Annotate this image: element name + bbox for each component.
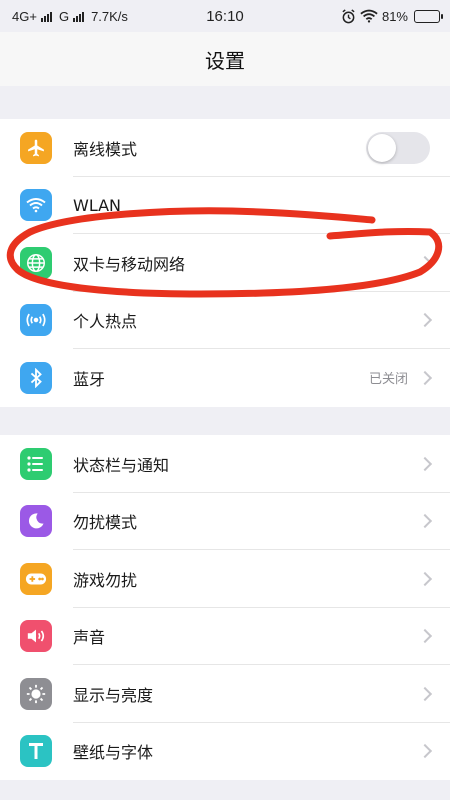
hotspot-icon (20, 304, 52, 337)
settings-item-label: 个人热点 (73, 312, 138, 332)
chevron-right-icon (417, 629, 433, 644)
globe-icon (20, 246, 52, 279)
settings-group-personalization: 状态栏与通知 勿扰模式 游戏勿扰 声音 显示与亮度 壁纸与字体 (0, 435, 450, 780)
airplane-mode-toggle[interactable] (366, 131, 430, 164)
status-bar: 4G+ G 7.7K/s 16:10 81% (0, 0, 450, 32)
chevron-right-icon (417, 255, 433, 270)
chevron-right-icon (417, 313, 433, 328)
chevron-right-icon (417, 370, 433, 385)
settings-item-label: 勿扰模式 (73, 513, 138, 533)
battery-percent: 81% (381, 8, 408, 24)
signal-icon-2 (73, 11, 85, 22)
settings-item-wlan[interactable]: WLAN (0, 177, 450, 234)
network-type-secondary: G (58, 8, 70, 24)
settings-item-label: 游戏勿扰 (73, 570, 138, 590)
gamepad-icon (20, 562, 52, 595)
chevron-right-icon (417, 514, 433, 529)
font-icon (20, 735, 52, 768)
settings-item-status-bar-notifications[interactable]: 状态栏与通知 (0, 435, 450, 493)
settings-screen: 4G+ G 7.7K/s 16:10 81% 设置 离线模式 WLAN 双卡与移… (0, 0, 450, 800)
settings-item-wallpaper-font[interactable]: 壁纸与字体 (0, 723, 450, 781)
bluetooth-status: 已关闭 (368, 372, 408, 388)
settings-item-label: 蓝牙 (73, 369, 106, 389)
status-right: 81% (341, 8, 443, 24)
settings-item-game-do-not-disturb[interactable]: 游戏勿扰 (0, 550, 450, 608)
chevron-right-icon (417, 744, 433, 759)
moon-icon (20, 505, 52, 538)
brightness-icon (20, 677, 52, 710)
airplane-icon (20, 131, 52, 164)
settings-group-connectivity: 离线模式 WLAN 双卡与移动网络 个人热点 蓝牙 已关闭 (0, 119, 450, 407)
settings-item-label: 显示与亮度 (73, 685, 154, 705)
wifi-status-icon (360, 9, 378, 23)
settings-item-airplane-mode[interactable]: 离线模式 (0, 119, 450, 177)
network-speed: 7.7K/s (91, 8, 128, 24)
notification-icon (20, 447, 52, 480)
settings-item-do-not-disturb[interactable]: 勿扰模式 (0, 493, 450, 550)
chevron-right-icon (417, 686, 433, 701)
bluetooth-icon (20, 361, 52, 394)
alarm-icon (342, 8, 355, 23)
page-title: 设置 (0, 32, 450, 86)
chevron-right-icon (417, 571, 433, 586)
chevron-right-icon (417, 456, 433, 471)
settings-item-label: 双卡与移动网络 (73, 254, 186, 274)
settings-item-label: 状态栏与通知 (73, 455, 170, 475)
settings-item-personal-hotspot[interactable]: 个人热点 (0, 292, 450, 349)
signal-icon (40, 11, 52, 22)
settings-item-dual-sim-mobile-network[interactable]: 双卡与移动网络 (0, 234, 450, 292)
settings-item-label: 声音 (73, 628, 106, 648)
settings-item-label: WLAN (73, 195, 122, 215)
settings-item-display-brightness[interactable]: 显示与亮度 (0, 665, 450, 723)
speaker-icon (20, 620, 52, 653)
battery-icon (414, 9, 443, 23)
wifi-icon (20, 189, 52, 222)
settings-item-label: 壁纸与字体 (73, 743, 154, 763)
status-left: 4G+ G 7.7K/s (12, 9, 128, 24)
network-type-primary: 4G+ (12, 8, 37, 24)
settings-item-label: 离线模式 (73, 139, 138, 159)
settings-item-bluetooth[interactable]: 蓝牙 已关闭 (0, 349, 450, 407)
settings-item-sound[interactable]: 声音 (0, 608, 450, 665)
